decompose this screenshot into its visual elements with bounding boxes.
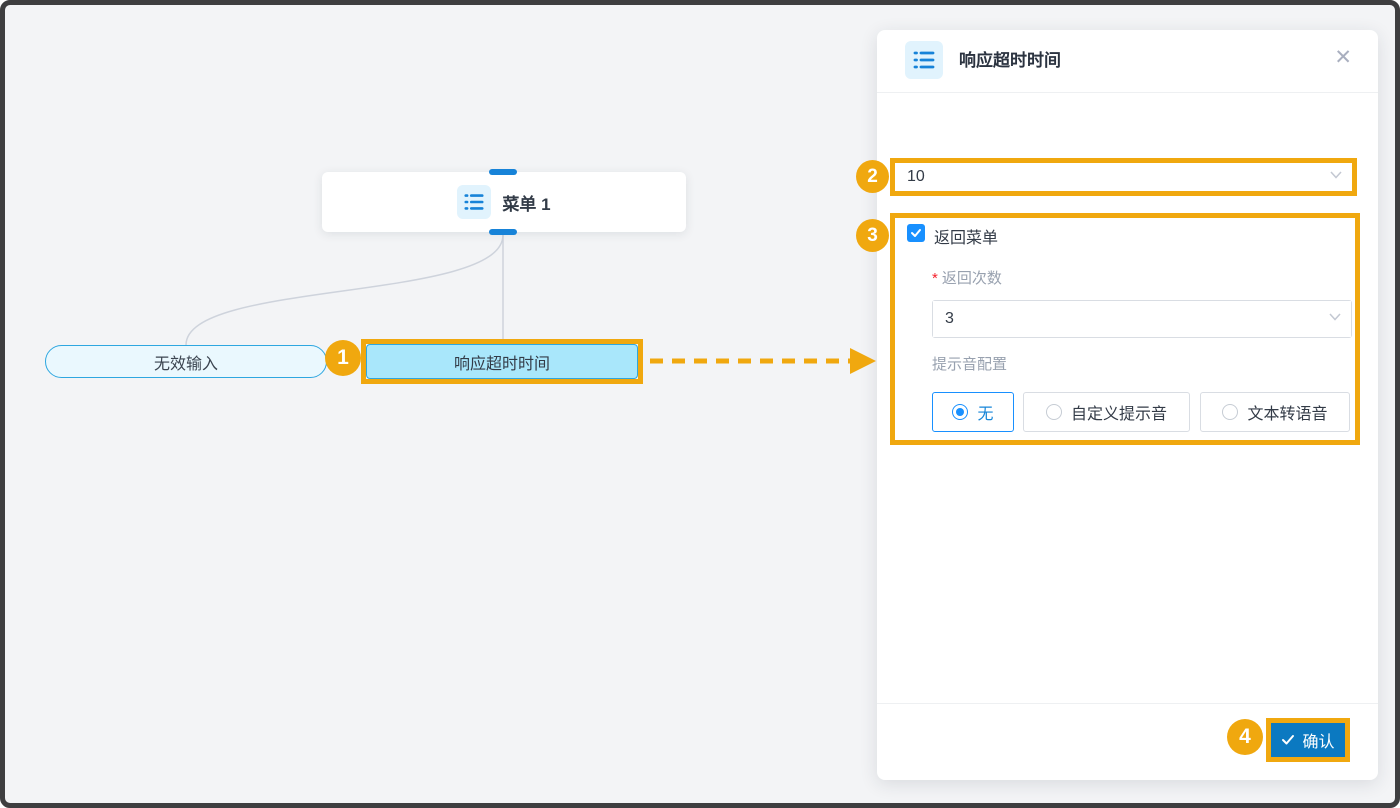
annotation-box-2: 10 — [890, 158, 1357, 196]
tone-option-tts[interactable]: 文本转语音 — [1200, 392, 1350, 432]
step-badge-4: 4 — [1227, 719, 1263, 755]
return-menu-checkbox[interactable] — [907, 224, 925, 242]
confirm-button[interactable]: 确认 — [1271, 723, 1345, 757]
step-badge-3: 3 — [856, 219, 889, 252]
chevron-down-icon — [1328, 310, 1342, 329]
chevron-down-icon — [1329, 168, 1343, 187]
required-marker: * — [932, 270, 938, 287]
branch-response-timeout[interactable]: 响应超时时间 — [366, 344, 638, 379]
tone-config-label: 提示音配置 — [932, 353, 1007, 374]
radio-icon — [952, 404, 968, 420]
tone-option-none-label: 无 — [977, 400, 993, 424]
annotation-box-1: 响应超时时间 — [361, 339, 643, 384]
confirm-button-label: 确认 — [1302, 728, 1334, 752]
branch-response-timeout-label: 响应超时时间 — [454, 350, 550, 374]
radio-icon — [1222, 404, 1238, 420]
return-count-select[interactable]: 3 — [932, 300, 1352, 338]
return-count-value: 3 — [945, 310, 954, 328]
tone-option-custom[interactable]: 自定义提示音 — [1023, 392, 1190, 432]
tone-option-none[interactable]: 无 — [932, 392, 1014, 432]
tone-option-custom-label: 自定义提示音 — [1071, 400, 1167, 424]
tone-option-tts-label: 文本转语音 — [1247, 400, 1327, 424]
return-count-label: *返回次数 — [932, 267, 1002, 288]
check-icon — [1281, 733, 1295, 747]
return-menu-label[interactable]: 返回菜单 — [934, 224, 998, 248]
annotation-box-4: 确认 — [1266, 718, 1350, 762]
radio-icon — [1046, 404, 1062, 420]
step-badge-1: 1 — [325, 340, 361, 376]
timeout-select-value: 10 — [907, 168, 925, 186]
timeout-select[interactable]: 10 — [895, 163, 1352, 191]
step-badge-2: 2 — [856, 160, 889, 193]
flow-canvas: 菜单 1 无效输入 响应超时时间 响应超时时间 ✕ — [0, 0, 1400, 808]
